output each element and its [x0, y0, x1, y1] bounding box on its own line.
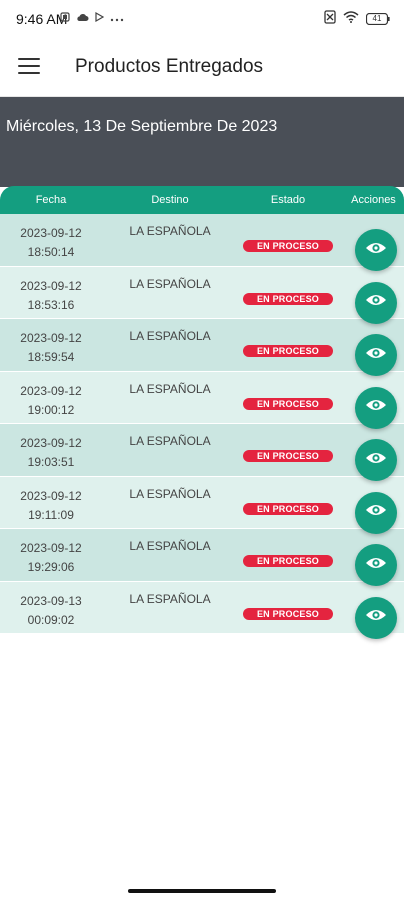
- row-fecha: 2023-09-12 18:59:54: [0, 329, 102, 367]
- row-fecha: 2023-09-12 19:29:06: [0, 539, 102, 577]
- row-destino: LA ESPAÑOLA: [129, 329, 211, 343]
- column-header-destino: Destino: [151, 194, 189, 206]
- row-date: 2023-09-13: [20, 593, 82, 608]
- view-details-button[interactable]: [355, 229, 397, 271]
- status-badge: EN PROCESO: [243, 345, 333, 357]
- play-icon: [95, 11, 105, 25]
- column-header-estado: Estado: [270, 194, 306, 206]
- row-date: 2023-09-12: [20, 541, 82, 555]
- row-fecha: 2023-09-12 19:11:09: [0, 487, 102, 525]
- row-date: 2023-09-12: [20, 383, 82, 398]
- column-header-fecha: Fecha: [35, 194, 67, 206]
- view-details-button[interactable]: [355, 334, 397, 376]
- row-time: 18:59:54: [27, 350, 75, 364]
- deliveries-table: 2023-09-12 18:50:14 LA ESPAÑOLA EN PROCES…: [0, 214, 404, 639]
- eye-icon: [365, 556, 387, 575]
- view-details-button[interactable]: [355, 386, 397, 429]
- notification-box-icon: [60, 12, 70, 25]
- column-header-acciones: Acciones: [351, 194, 396, 206]
- table-row: 2023-09-12 19:00:12 LA ESPAÑOLA EN PROCES…: [0, 371, 404, 429]
- row-date: 2023-09-12: [20, 488, 82, 503]
- table-row: 2023-09-12 19:11:09 LA ESPAÑOLA EN PROCES…: [0, 476, 404, 534]
- view-details-button[interactable]: [355, 596, 397, 639]
- eye-icon: [365, 293, 387, 312]
- row-destino: LA ESPAÑOLA: [129, 486, 211, 501]
- view-details-button[interactable]: [355, 281, 397, 324]
- wifi-icon: [343, 11, 359, 26]
- row-date: 2023-09-12: [20, 331, 82, 345]
- row-destino: LA ESPAÑOLA: [129, 381, 211, 396]
- table-row: 2023-09-12 18:53:16 LA ESPAÑOLA EN PROCES…: [0, 266, 404, 324]
- row-fecha: 2023-09-13 00:09:02: [0, 592, 102, 630]
- row-time: 19:00:12: [27, 402, 75, 417]
- row-destino: LA ESPAÑOLA: [129, 434, 211, 448]
- view-details-button[interactable]: [355, 544, 397, 586]
- table-row: 2023-09-12 19:03:51 LA ESPAÑOLA EN PROCES…: [0, 424, 404, 481]
- row-time: 18:53:16: [27, 297, 75, 312]
- page-title: Productos Entregados: [75, 56, 264, 77]
- row-time: 18:50:14: [27, 245, 75, 259]
- table-header: Fecha Destino Estado Acciones: [0, 186, 404, 214]
- battery-level: 41: [372, 13, 382, 23]
- hamburger-menu-icon[interactable]: [18, 58, 40, 76]
- row-destino: LA ESPAÑOLA: [129, 224, 211, 238]
- row-time: 19:29:06: [27, 560, 75, 574]
- row-time: 00:09:02: [27, 612, 75, 627]
- table-row: 2023-09-12 18:59:54 LA ESPAÑOLA EN PROCES…: [0, 319, 404, 376]
- eye-icon: [365, 241, 387, 260]
- row-destino: LA ESPAÑOLA: [129, 591, 211, 606]
- more-dots-icon: [110, 13, 124, 25]
- status-badge: EN PROCESO: [243, 607, 333, 620]
- row-fecha: 2023-09-12 19:03:51: [0, 434, 102, 472]
- no-sim-icon: [324, 10, 336, 27]
- eye-icon: [365, 346, 387, 365]
- row-date: 2023-09-12: [20, 226, 82, 240]
- view-details-button[interactable]: [355, 491, 397, 534]
- home-gesture-bar[interactable]: [128, 889, 276, 893]
- status-system-icons: 41: [324, 10, 390, 27]
- row-fecha: 2023-09-12 18:50:14: [0, 224, 102, 262]
- eye-icon: [365, 398, 387, 417]
- status-badge: EN PROCESO: [243, 502, 333, 515]
- row-time: 19:11:09: [28, 507, 74, 522]
- battery-icon: 41: [365, 12, 390, 25]
- app-bar: Productos Entregados: [0, 38, 404, 97]
- status-badge: EN PROCESO: [243, 555, 333, 567]
- status-badge: EN PROCESO: [243, 292, 333, 305]
- row-destino: LA ESPAÑOLA: [129, 276, 211, 291]
- row-destino: LA ESPAÑOLA: [129, 539, 211, 553]
- eye-icon: [365, 608, 387, 627]
- cloud-icon: [76, 13, 89, 25]
- eye-icon: [365, 503, 387, 522]
- current-date: Miércoles, 13 De Septiembre De 2023: [6, 118, 278, 135]
- table-row: 2023-09-12 18:50:14 LA ESPAÑOLA EN PROCES…: [0, 214, 404, 271]
- status-bar: 9:46 AM 41: [0, 0, 404, 38]
- row-fecha: 2023-09-12 19:00:12: [0, 382, 102, 420]
- row-date: 2023-09-12: [20, 278, 82, 293]
- table-row: 2023-09-12 19:29:06 LA ESPAÑOLA EN PROCES…: [0, 529, 404, 586]
- status-notification-icons: [60, 11, 124, 25]
- status-badge: EN PROCESO: [243, 240, 333, 252]
- row-date: 2023-09-12: [20, 436, 82, 450]
- row-time: 19:03:51: [27, 455, 75, 469]
- row-fecha: 2023-09-12 18:53:16: [0, 277, 102, 315]
- status-badge: EN PROCESO: [243, 450, 333, 462]
- view-details-button[interactable]: [355, 439, 397, 481]
- eye-icon: [365, 451, 387, 470]
- status-badge: EN PROCESO: [243, 397, 333, 410]
- date-banner: Miércoles, 13 De Septiembre De 2023: [0, 97, 404, 187]
- table-row: 2023-09-13 00:09:02 LA ESPAÑOLA EN PROCES…: [0, 581, 404, 639]
